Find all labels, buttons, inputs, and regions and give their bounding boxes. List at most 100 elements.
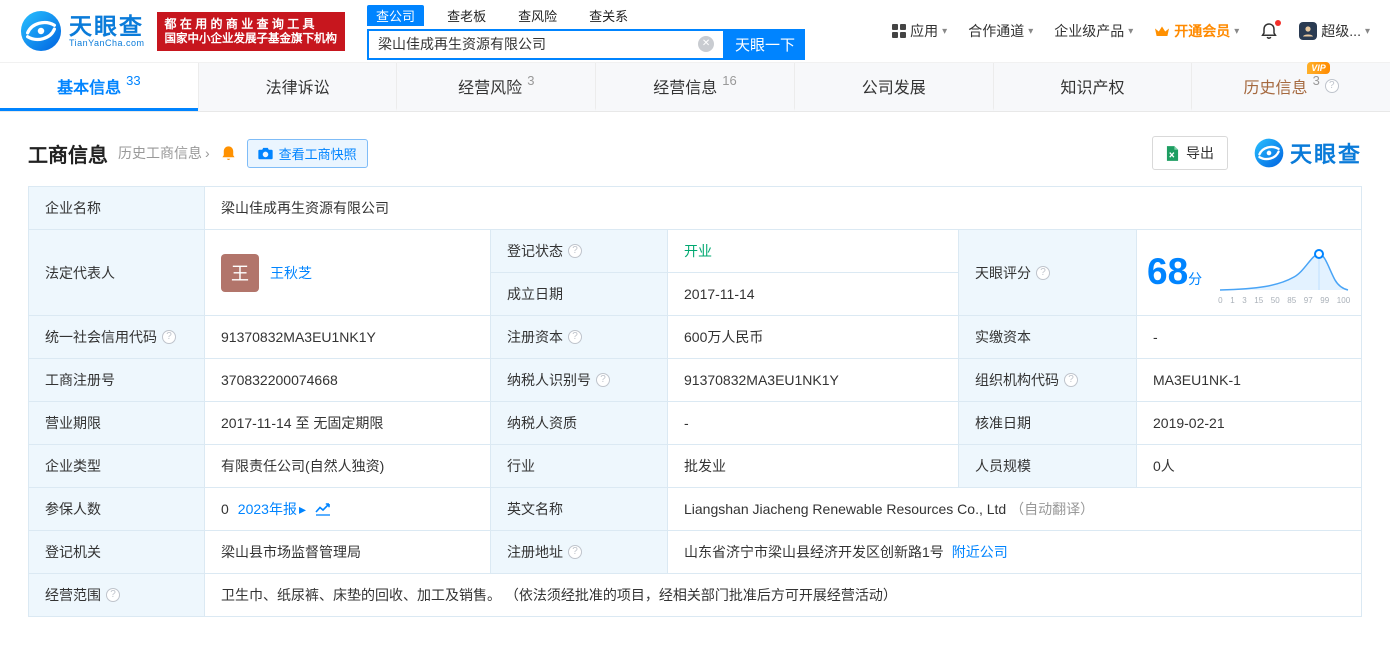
address-value: 山东省济宁市梁山县经济开发区创新路1号 — [684, 544, 944, 560]
alert-bell-icon[interactable] — [220, 145, 237, 162]
camera-icon — [258, 147, 273, 159]
question-icon[interactable]: ? — [568, 545, 582, 559]
table-row: 法定代表人 王 王秋芝 登记状态 ? 开业 天眼评分 ? 68分 0 1 3 1… — [28, 229, 1362, 316]
reg-capital-label-text: 注册资本 — [507, 329, 563, 345]
nearby-companies-link[interactable]: 附近公司 — [952, 542, 1008, 562]
chevron-right-icon: › — [205, 145, 210, 161]
reg-status-label: 登记状态 ? — [490, 229, 668, 273]
taxpayer-no-value: 91370832MA3EU1NK1Y — [667, 358, 959, 402]
nav-partners-label: 合作通道 — [968, 23, 1025, 39]
table-row: 企业类型 有限责任公司(自然人独资) 行业 批发业 人员规模 0人 — [28, 444, 1362, 488]
history-business-info-link[interactable]: 历史工商信息 › — [118, 143, 210, 163]
question-icon[interactable]: ? — [106, 588, 120, 602]
search-button[interactable]: 天眼一下 — [725, 28, 806, 60]
nav-vip-membership[interactable]: 开通会员 ▾ — [1154, 21, 1239, 41]
tianyancha-logo[interactable]: 天眼查 TianYanCha.com — [20, 10, 145, 52]
org-code-label: 组织机构代码 ? — [958, 358, 1137, 402]
search-tab-risk[interactable]: 查风险 — [509, 5, 566, 26]
legal-rep-avatar[interactable]: 王 — [221, 253, 259, 292]
tab-legal-litigation[interactable]: 法律诉讼 — [197, 63, 397, 111]
crown-icon — [1155, 26, 1170, 36]
question-icon[interactable]: ? — [568, 330, 582, 344]
logo-title: 天眼查 — [69, 13, 144, 39]
chevron-down-icon: ▾ — [1364, 25, 1370, 37]
tab-company-development[interactable]: 公司发展 — [793, 63, 993, 111]
table-row: 企业名称 梁山佳成再生资源有限公司 — [28, 186, 1362, 230]
tick: 99 — [1320, 296, 1330, 305]
tab-label: 经营信息 — [653, 79, 718, 97]
nav-user-account[interactable]: 超级... ▾ — [1299, 21, 1370, 41]
business-info-toolbar: 工商信息 历史工商信息 › 查看工商快照 导出 天眼查 — [0, 112, 1390, 186]
history-link-label: 历史工商信息 — [118, 145, 202, 161]
reg-no-label: 工商注册号 — [28, 358, 205, 402]
legal-rep-link[interactable]: 王秋芝 — [270, 263, 312, 283]
vip-badge: VIP — [1307, 61, 1330, 74]
nav-apps[interactable]: 应用 ▾ — [892, 21, 947, 41]
tab-intellectual-property[interactable]: 知识产权 — [992, 63, 1192, 111]
promo-badge: 都 在 用 的 商 业 查 询 工 具 国家中小企业发展子基金旗下机构 — [156, 11, 346, 51]
approval-date-label: 核准日期 — [958, 401, 1137, 445]
tab-business-risk[interactable]: 经营风险 3 — [396, 63, 595, 111]
export-button-label: 导出 — [1185, 145, 1214, 161]
search-tab-company[interactable]: 查公司 — [367, 4, 425, 26]
search-tab-relation[interactable]: 查关系 — [580, 5, 637, 26]
tab-history-inner: 历史信息 3 VIP — [1244, 61, 1330, 98]
address-label: 注册地址 ? — [490, 530, 668, 574]
clear-icon[interactable]: ✕ — [698, 36, 715, 52]
tab-business-info[interactable]: 经营信息 16 — [595, 63, 794, 111]
nav-enterprise-label: 企业级产品 — [1054, 23, 1125, 39]
question-icon[interactable]: ? — [568, 244, 582, 258]
tick: 85 — [1287, 296, 1297, 305]
term-label: 营业期限 — [28, 401, 205, 445]
tab-history-info[interactable]: 历史信息 3 VIP ? — [1191, 61, 1390, 111]
search-input[interactable] — [378, 36, 699, 52]
table-row: 经营范围 ? 卫生巾、纸尿裤、床垫的回收、加工及销售。 （依法须经批准的项目，经… — [28, 573, 1362, 617]
question-icon[interactable]: ? — [1036, 265, 1050, 280]
tick: 15 — [1254, 296, 1264, 305]
legal-rep-cell: 王 王秋芝 — [204, 229, 491, 316]
search-tabs: 查公司 查老板 查风险 查关系 — [367, 4, 805, 26]
question-icon[interactable]: ? — [162, 330, 176, 344]
nav-vip-label: 开通会员 — [1174, 23, 1231, 39]
export-button[interactable]: 导出 — [1151, 136, 1228, 170]
chevron-down-icon: ▾ — [1128, 25, 1134, 37]
search-area: 查公司 查老板 查风险 查关系 ✕ 天眼一下 — [367, 3, 806, 60]
tab-label: 经营风险 — [458, 79, 523, 97]
top-header: 天眼查 TianYanCha.com 都 在 用 的 商 业 查 询 工 具 国… — [0, 0, 1390, 62]
tick: 50 — [1270, 296, 1280, 305]
score-label-text: 天眼评分 — [975, 264, 1031, 281]
notification-dot — [1275, 20, 1282, 26]
search-tab-boss[interactable]: 查老板 — [438, 5, 495, 26]
taxpayer-qual-value: - — [667, 401, 959, 445]
question-icon[interactable]: ? — [1324, 78, 1339, 93]
logo-domain: TianYanCha.com — [69, 38, 145, 48]
company-type-label: 企业类型 — [28, 444, 205, 488]
view-snapshot-button[interactable]: 查看工商快照 — [246, 138, 368, 168]
question-icon[interactable]: ? — [596, 373, 610, 387]
paid-capital-label: 实缴资本 — [958, 315, 1137, 359]
establish-date-label: 成立日期 — [490, 272, 668, 316]
chevron-down-icon: ▾ — [1028, 25, 1034, 37]
score-value: 68 — [1147, 251, 1189, 292]
approval-date-value: 2019-02-21 — [1136, 401, 1362, 445]
nav-enterprise[interactable]: 企业级产品 ▾ — [1054, 21, 1133, 41]
taxpayer-no-label: 纳税人识别号 ? — [490, 358, 668, 402]
nav-partners[interactable]: 合作通道 ▾ — [968, 21, 1033, 41]
insured-cell: 0 2023年报 ▸ — [204, 487, 491, 531]
play-icon: ▸ — [298, 500, 306, 517]
tick: 97 — [1303, 296, 1313, 305]
annual-report-link[interactable]: 2023年报 ▸ — [238, 499, 306, 519]
user-avatar-icon — [1299, 22, 1318, 40]
insured-label: 参保人数 — [28, 487, 205, 531]
tianyancha-logo-icon — [20, 10, 62, 52]
tab-label: 法律诉讼 — [265, 79, 330, 97]
tab-basic-info[interactable]: 基本信息 33 — [0, 63, 198, 111]
trend-chart-icon[interactable] — [315, 502, 331, 516]
english-name-value: Liangshan Jiacheng Renewable Resources C… — [684, 501, 1007, 517]
notifications-bell[interactable] — [1260, 20, 1282, 40]
address-label-text: 注册地址 — [507, 544, 563, 560]
nav-user-label: 超级... — [1321, 23, 1361, 39]
question-icon[interactable]: ? — [1064, 373, 1078, 387]
business-info-table: 企业名称 梁山佳成再生资源有限公司 法定代表人 王 王秋芝 登记状态 ? 开业 … — [28, 186, 1362, 617]
paid-capital-value: - — [1136, 315, 1362, 359]
